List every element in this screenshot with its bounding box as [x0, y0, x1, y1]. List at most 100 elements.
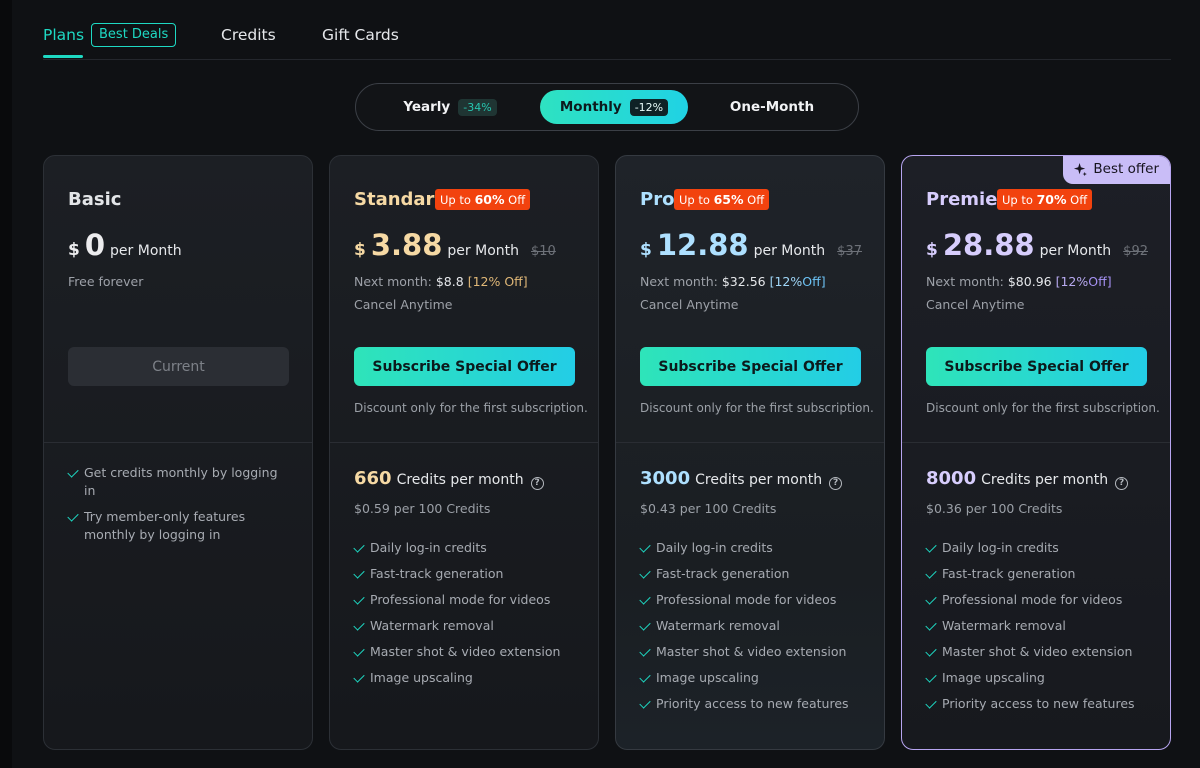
feature-item: Daily log-in credits [925, 539, 1135, 565]
check-icon [639, 697, 651, 709]
check-icon [639, 671, 651, 683]
price-amount: 12.88 [656, 228, 749, 262]
billing-option-yearly[interactable]: Yearly -34% [362, 90, 538, 124]
price-amount: 0 [84, 228, 106, 262]
feature-text: Master shot & video extension [656, 644, 847, 659]
feature-text: Image upscaling [942, 670, 1045, 685]
feature-list: Get credits monthly by logging in Try me… [67, 464, 288, 552]
badge-suffix: Off [1070, 193, 1088, 207]
price-per-100-credits: $0.36 per 100 Credits [926, 501, 1063, 516]
help-icon[interactable]: ? [829, 477, 843, 490]
next-month-label: Next month: [926, 274, 1004, 289]
cancel-note: Cancel Anytime [640, 297, 739, 312]
badge-suffix: Off [508, 193, 526, 207]
feature-text: Try member-only features monthly by logg… [84, 509, 246, 542]
best-offer-badge: Best offer [1063, 156, 1170, 184]
tab-credits[interactable]: Credits [221, 25, 276, 45]
badge-percent: 60% [474, 192, 505, 207]
next-month-discount: [12% Off] [467, 274, 528, 289]
billing-option-label: One-Month [729, 99, 815, 115]
cancel-note: Cancel Anytime [926, 297, 1025, 312]
feature-text: Fast-track generation [370, 566, 504, 581]
next-month-discount: [12% [769, 274, 803, 289]
feature-item: Priority access to new features [639, 695, 849, 721]
feature-item: Master shot & video extension [639, 643, 849, 669]
feature-item: Try member-only features monthly by logg… [67, 508, 288, 544]
price-period: per Month [753, 243, 826, 259]
check-icon [67, 466, 79, 478]
credits-amount: 660 [354, 468, 392, 489]
feature-item: Image upscaling [639, 669, 849, 695]
feature-text: Priority access to new features [942, 696, 1135, 711]
help-icon[interactable]: ? [1115, 477, 1129, 490]
tab-gift-cards[interactable]: Gift Cards [322, 25, 399, 45]
credits-per-month: 8000 Credits per month ? [926, 468, 1129, 490]
discount-badge: Up to 65% Off [674, 189, 770, 210]
price-per-100-credits: $0.43 per 100 Credits [640, 501, 777, 516]
check-icon [639, 593, 651, 605]
check-icon [639, 541, 651, 553]
help-icon[interactable]: ? [530, 477, 544, 490]
feature-list: Daily log-in credits Fast-track generati… [925, 539, 1135, 721]
price-per-100-credits: $0.59 per 100 Credits [354, 501, 491, 516]
feature-text: Professional mode for videos [656, 592, 837, 607]
price-amount: 3.88 [370, 228, 443, 262]
active-tab-indicator [43, 55, 83, 58]
feature-text: Master shot & video extension [942, 644, 1133, 659]
plan-name: Basic [68, 189, 122, 210]
feature-item: Fast-track generation [925, 565, 1135, 591]
badge-suffix: Off [747, 193, 765, 207]
card-divider [44, 442, 312, 443]
feature-text: Priority access to new features [656, 696, 849, 711]
feature-item: Master shot & video extension [353, 643, 561, 669]
feature-text: Watermark removal [656, 618, 780, 633]
discount-note: Discount only for the first subscription… [354, 401, 588, 415]
badge-percent: 65% [713, 192, 744, 207]
discount-badge: Up to 70% Off [997, 189, 1093, 210]
feature-list: Daily log-in credits Fast-track generati… [353, 539, 561, 695]
check-icon [353, 645, 365, 657]
discount-badge: Up to 60% Off [435, 189, 531, 210]
plan-card-premier: Best offer Premier Up to 70% Off $ 28.88… [901, 155, 1171, 750]
check-icon [353, 671, 365, 683]
feature-text: Professional mode for videos [370, 592, 551, 607]
check-icon [353, 619, 365, 631]
plan-subtitle: Free forever [68, 274, 144, 289]
currency-symbol: $ [68, 240, 80, 260]
check-icon [639, 645, 651, 657]
plan-price: $ 3.88 per Month $10 [354, 228, 556, 262]
current-plan-button[interactable]: Current [68, 347, 289, 386]
plan-card-pro: Pro Up to 65% Off $ 12.88 per Month $37 … [615, 155, 885, 750]
feature-item: Professional mode for videos [353, 591, 560, 617]
check-icon [925, 671, 937, 683]
plan-price: $ 12.88 per Month $37 [640, 228, 862, 262]
feature-item: Image upscaling [925, 669, 1135, 695]
badge-percent: 70% [1036, 192, 1067, 207]
feature-item: Professional mode for videos [925, 591, 1135, 617]
billing-option-one-month[interactable]: One-Month [690, 90, 854, 124]
card-divider [330, 442, 598, 443]
original-price: $37 [837, 244, 862, 259]
currency-symbol: $ [640, 240, 652, 260]
feature-text: Fast-track generation [656, 566, 790, 581]
tab-plans[interactable]: Plans [43, 25, 84, 45]
original-price: $92 [1123, 244, 1148, 259]
original-price: $10 [531, 244, 556, 259]
subscribe-premier-button[interactable]: Subscribe Special Offer [926, 347, 1147, 386]
billing-option-monthly[interactable]: Monthly -12% [540, 90, 688, 124]
check-icon [925, 645, 937, 657]
next-month-value: $8.8 [435, 274, 464, 289]
feature-item: Fast-track generation [353, 565, 560, 591]
subscribe-standard-button[interactable]: Subscribe Special Offer [354, 347, 575, 386]
feature-text: Daily log-in credits [370, 540, 487, 555]
discount-pill: -34% [458, 98, 497, 116]
feature-text: Master shot & video extension [370, 644, 561, 659]
plan-name: Standard [354, 189, 448, 210]
subscribe-pro-button[interactable]: Subscribe Special Offer [640, 347, 861, 386]
next-month-discount-word: Off] [1088, 274, 1112, 289]
feature-item: Priority access to new features [925, 695, 1135, 721]
credits-per-month: 3000 Credits per month ? [640, 468, 843, 490]
billing-option-label: Monthly [559, 99, 622, 115]
discount-note: Discount only for the first subscription… [926, 401, 1160, 415]
next-month-label: Next month: [354, 274, 432, 289]
